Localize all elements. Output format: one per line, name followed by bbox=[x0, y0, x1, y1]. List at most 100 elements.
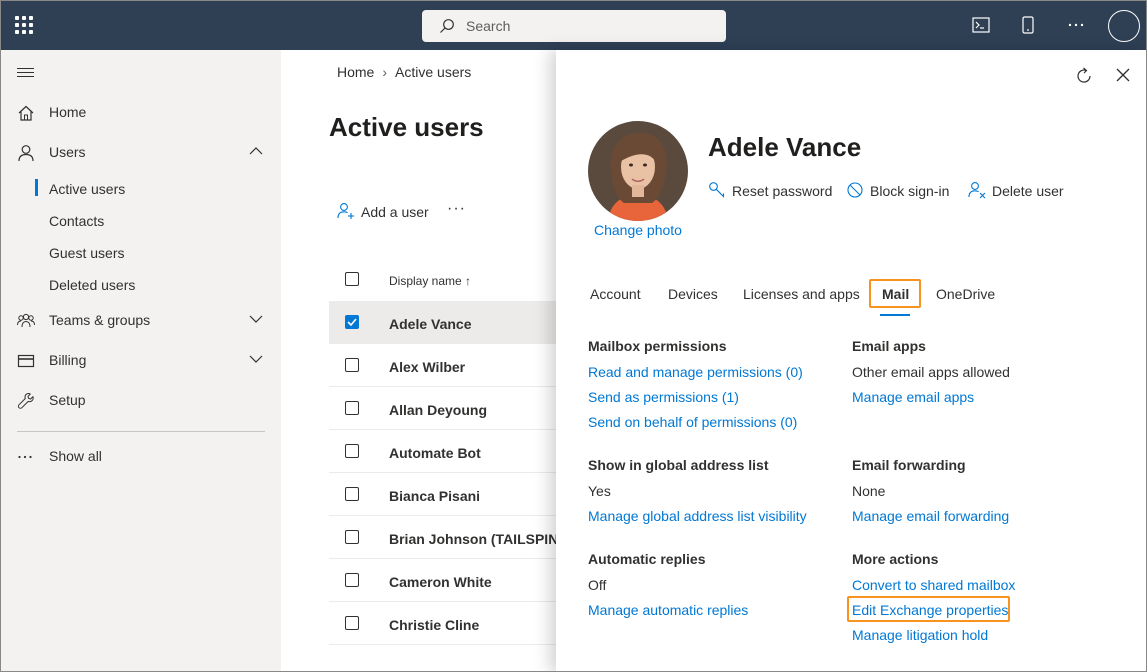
send-on-behalf-permissions-link[interactable]: Send on behalf of permissions (0) bbox=[588, 413, 803, 438]
credit-card-icon bbox=[17, 354, 35, 368]
row-checkbox[interactable] bbox=[345, 358, 359, 372]
add-user-label: Add a user bbox=[361, 204, 429, 220]
breadcrumb-current: Active users bbox=[395, 64, 472, 80]
table-row[interactable]: Allan Deyoung bbox=[329, 387, 556, 430]
section-heading: Mailbox permissions bbox=[588, 338, 727, 354]
search-icon bbox=[440, 19, 454, 33]
ellipsis-icon bbox=[18, 455, 32, 459]
auto-replies-value: Off bbox=[588, 577, 607, 593]
nav-label: Users bbox=[49, 144, 86, 160]
manage-gal-visibility-link[interactable]: Manage global address list visibility bbox=[588, 507, 807, 532]
section-heading: Automatic replies bbox=[588, 551, 706, 567]
row-checkbox[interactable] bbox=[345, 530, 359, 544]
forwarding-value: None bbox=[852, 483, 886, 499]
section-heading: More actions bbox=[852, 551, 939, 567]
table-row[interactable]: Alex Wilber bbox=[329, 344, 556, 387]
breadcrumb-home[interactable]: Home bbox=[337, 64, 374, 80]
row-checkbox[interactable] bbox=[345, 616, 359, 630]
nav-label: Billing bbox=[49, 352, 87, 368]
row-checkbox[interactable] bbox=[345, 444, 359, 458]
gal-value: Yes bbox=[588, 483, 611, 499]
change-photo-link[interactable]: Change photo bbox=[594, 222, 682, 238]
nav-subitem-active-users[interactable]: Active users bbox=[1, 173, 281, 205]
user-display-name[interactable]: Brian Johnson (TAILSPIN) bbox=[389, 531, 563, 547]
column-display-name[interactable]: Display name ↑ bbox=[389, 274, 471, 288]
nav-item-billing[interactable]: Billing bbox=[1, 342, 281, 378]
wrench-icon bbox=[17, 392, 34, 409]
select-all-checkbox[interactable] bbox=[345, 272, 359, 286]
admin-center-window: Search Home Users Active users Contacts … bbox=[0, 0, 1147, 672]
key-icon bbox=[709, 182, 725, 198]
mobile-icon[interactable] bbox=[1018, 15, 1038, 35]
chevron-up-icon[interactable] bbox=[249, 146, 263, 156]
mail-tab-highlight bbox=[869, 279, 921, 308]
profile-icon[interactable] bbox=[1108, 10, 1140, 42]
user-display-name[interactable]: Alex Wilber bbox=[389, 359, 465, 375]
nav-item-setup[interactable]: Setup bbox=[1, 382, 281, 418]
app-launcher-icon[interactable] bbox=[13, 14, 35, 36]
tab-onedrive[interactable]: OneDrive bbox=[936, 286, 995, 302]
row-checkbox[interactable] bbox=[345, 573, 359, 587]
row-checkbox[interactable] bbox=[345, 401, 359, 415]
manage-email-apps-link[interactable]: Manage email apps bbox=[852, 388, 1010, 413]
manage-automatic-replies-link[interactable]: Manage automatic replies bbox=[588, 601, 748, 626]
nav-label: Home bbox=[49, 104, 87, 120]
chevron-down-icon[interactable] bbox=[249, 314, 263, 324]
edit-exchange-highlight bbox=[847, 596, 1010, 622]
chevron-right-icon: › bbox=[382, 64, 388, 80]
user-display-name[interactable]: Christie Cline bbox=[389, 617, 479, 633]
nav-subitem-deleted-users[interactable]: Deleted users bbox=[1, 269, 281, 301]
user-display-name[interactable]: Bianca Pisani bbox=[389, 488, 480, 504]
more-actions-button[interactable]: ··· bbox=[447, 200, 466, 218]
table-row[interactable]: Christie Cline bbox=[329, 602, 556, 645]
hamburger-icon[interactable] bbox=[17, 68, 34, 78]
active-tab-underline bbox=[880, 314, 910, 316]
row-checkbox[interactable] bbox=[345, 315, 359, 329]
close-icon[interactable] bbox=[1115, 67, 1131, 83]
breadcrumb: Home › Active users bbox=[337, 64, 471, 80]
table-row[interactable]: Brian Johnson (TAILSPIN) bbox=[329, 516, 563, 559]
nav-label: Teams & groups bbox=[49, 312, 151, 328]
nav-item-show-all[interactable]: Show all bbox=[1, 438, 281, 474]
nav-label: Show all bbox=[49, 448, 102, 464]
top-bar: Search bbox=[1, 1, 1146, 50]
table-row[interactable]: Cameron White bbox=[329, 559, 556, 602]
delete-person-icon bbox=[968, 182, 986, 199]
section-heading: Email forwarding bbox=[852, 457, 966, 473]
user-display-name[interactable]: Adele Vance bbox=[389, 316, 472, 332]
user-display-name[interactable]: Cameron White bbox=[389, 574, 492, 590]
more-icon[interactable] bbox=[1066, 15, 1086, 35]
tab-licenses-and-apps[interactable]: Licenses and apps bbox=[743, 286, 860, 302]
refresh-icon[interactable] bbox=[1074, 66, 1094, 86]
chevron-down-icon[interactable] bbox=[249, 354, 263, 364]
nav-label: Active users bbox=[49, 181, 126, 197]
nav-subitem-contacts[interactable]: Contacts bbox=[1, 205, 281, 237]
global-address-list-section: Show in global address list Yes Manage g… bbox=[588, 457, 807, 532]
user-display-name[interactable]: Automate Bot bbox=[389, 445, 481, 461]
manage-litigation-hold-link[interactable]: Manage litigation hold bbox=[852, 626, 1015, 651]
user-display-name[interactable]: Allan Deyoung bbox=[389, 402, 487, 418]
read-manage-permissions-link[interactable]: Read and manage permissions (0) bbox=[588, 363, 803, 388]
table-row[interactable]: Bianca Pisani bbox=[329, 473, 556, 516]
section-heading: Show in global address list bbox=[588, 457, 769, 473]
table-row[interactable]: Automate Bot bbox=[329, 430, 556, 473]
row-checkbox[interactable] bbox=[345, 487, 359, 501]
nav-label: Contacts bbox=[49, 213, 105, 229]
nav-item-users[interactable]: Users bbox=[1, 134, 281, 170]
nav-subitem-guest-users[interactable]: Guest users bbox=[1, 237, 281, 269]
search-box[interactable]: Search bbox=[422, 10, 726, 42]
search-placeholder: Search bbox=[466, 18, 511, 34]
manage-email-forwarding-link[interactable]: Manage email forwarding bbox=[852, 507, 1009, 532]
nav-divider bbox=[17, 431, 265, 432]
group-icon bbox=[17, 313, 35, 328]
page-title: Active users bbox=[329, 112, 484, 142]
nav-item-home[interactable]: Home bbox=[1, 94, 281, 130]
list-header: Display name ↑ bbox=[329, 263, 556, 299]
nav-item-teams-groups[interactable]: Teams & groups bbox=[1, 302, 281, 338]
send-as-permissions-link[interactable]: Send as permissions (1) bbox=[588, 388, 803, 413]
table-row[interactable]: Adele Vance bbox=[329, 301, 556, 344]
main-content: Home › Active users Active users Add a use… bbox=[281, 50, 563, 671]
tab-devices[interactable]: Devices bbox=[668, 286, 718, 302]
terminal-icon[interactable] bbox=[971, 15, 991, 35]
tab-account[interactable]: Account bbox=[590, 286, 641, 302]
